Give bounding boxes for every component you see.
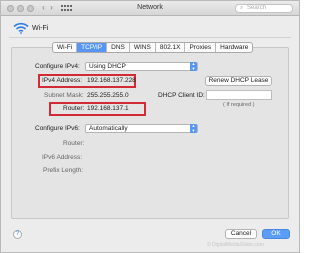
ipv4-address-label: IPv4 Address: <box>42 77 83 84</box>
tab-proxies[interactable]: Proxies <box>185 43 217 52</box>
tab-8021x[interactable]: 802.1X <box>156 43 186 52</box>
ipv6-router-label: Router: <box>63 140 85 147</box>
search-icon: ⌕ <box>240 5 244 11</box>
router-label: Router: <box>63 105 85 112</box>
search-placeholder: Search <box>247 5 267 11</box>
subnet-mask-value: 255.255.255.0 <box>87 92 129 99</box>
tab-dns[interactable]: DNS <box>107 43 130 52</box>
prefix-length-label: Prefix Length: <box>43 167 84 174</box>
tab-hardware[interactable]: Hardware <box>216 43 252 52</box>
renew-dhcp-button[interactable]: Renew DHCP Lease <box>205 76 272 86</box>
configure-ipv6-select[interactable]: Automatically ▲ ▼ <box>85 123 198 133</box>
configure-ipv6-value: Automatically <box>89 125 128 132</box>
select-arrows-icon: ▲ ▼ <box>190 61 197 71</box>
ok-button[interactable]: OK <box>262 229 290 239</box>
configure-ipv6-label: Configure IPv6: <box>35 125 80 132</box>
ipv4-address-value: 192.168.137.228 <box>87 77 136 84</box>
configure-ipv4-label: Configure IPv4: <box>35 63 80 70</box>
title-bar: ‹ › Network ⌕ Search <box>1 1 299 16</box>
header-divider <box>9 37 291 38</box>
configure-ipv4-value: Using DHCP <box>89 63 126 70</box>
router-value: 192.168.137.1 <box>87 105 129 112</box>
select-arrows-icon: ▲ ▼ <box>190 123 197 133</box>
tab-bar: Wi-Fi TCP/IP DNS WINS 802.1X Proxies Har… <box>52 42 254 53</box>
tab-wifi[interactable]: Wi-Fi <box>53 43 78 52</box>
dhcp-client-id-field[interactable] <box>206 90 272 100</box>
settings-panel <box>11 47 289 219</box>
tab-tcpip[interactable]: TCP/IP <box>77 43 108 52</box>
search-field[interactable]: ⌕ Search <box>235 4 293 13</box>
configure-ipv4-select[interactable]: Using DHCP ▲ ▼ <box>85 61 198 71</box>
help-icon[interactable]: ? <box>13 230 22 239</box>
subnet-mask-label: Subnet Mask: <box>44 92 84 99</box>
ipv6-address-label: IPv6 Address: <box>42 154 83 161</box>
dhcp-client-id-label: DHCP Client ID: <box>158 92 205 99</box>
cancel-button[interactable]: Cancel <box>225 229 257 239</box>
wifi-icon <box>13 22 29 34</box>
network-window: ‹ › Network ⌕ Search Wi-Fi Wi-Fi TCP/IP … <box>0 0 300 253</box>
if-required-note: ( If required ) <box>223 102 255 108</box>
interface-name: Wi-Fi <box>32 25 49 32</box>
watermark: © DigitalMediaGlobe.com <box>207 242 264 248</box>
tab-wins[interactable]: WINS <box>130 43 156 52</box>
